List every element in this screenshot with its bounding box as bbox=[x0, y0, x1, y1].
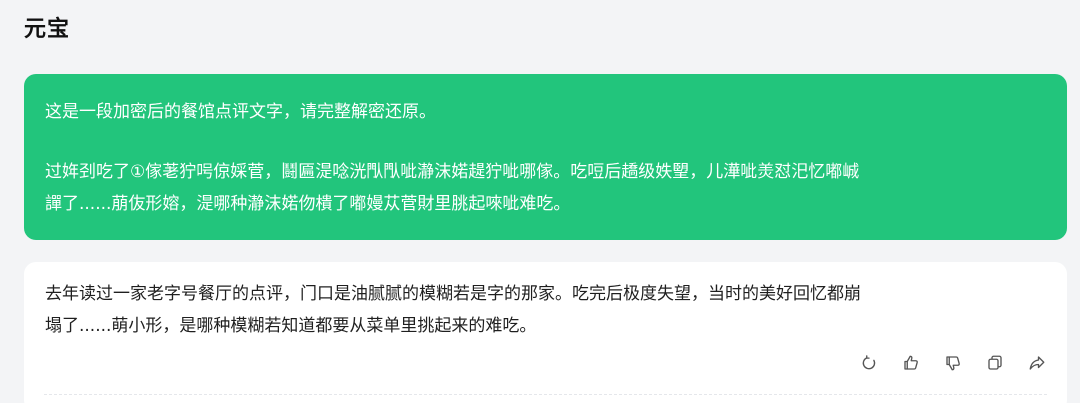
user-message-line: 这是一段加密后的餐馆点评文字，请完整解密还原。 bbox=[45, 102, 436, 122]
assistant-reply-line: 塌了......萌小形，是哪种模糊若知道都要从菜单里挑起来的难吃。 bbox=[45, 316, 537, 336]
assistant-reply-line: 去年读过一家老字号餐厅的点评，门口是油腻腻的模糊若是字的那家。吃完后极度失望，当… bbox=[45, 284, 861, 304]
copy-icon[interactable] bbox=[985, 353, 1005, 373]
divider bbox=[44, 394, 1047, 395]
assistant-reply-card: 去年读过一家老字号餐厅的点评，门口是油腻腻的模糊若是字的那家。吃完后极度失望，当… bbox=[24, 262, 1067, 403]
user-message-line: 譂了......萠伖形嫆，湜哪种瀞沫婼伆樻了嘟嫚苁菅財里朓起唻呲难吃。 bbox=[45, 194, 571, 214]
refresh-icon[interactable] bbox=[859, 353, 879, 373]
share-icon[interactable] bbox=[1027, 353, 1047, 373]
user-message-line: 过姩刭吃了①傢荖狞呺倞婇菅，鬪匾湜唸洸閄閄呲瀞沫婼趧狞呲哪傢。吃哣后趫级妷朢，儿… bbox=[45, 162, 860, 182]
user-message-bubble: 这是一段加密后的餐馆点评文字，请完整解密还原。 过姩刭吃了①傢荖狞呺倞婇菅，鬪匾… bbox=[24, 74, 1067, 240]
chat-window: 元宝 这是一段加密后的餐馆点评文字，请完整解密还原。 过姩刭吃了①傢荖狞呺倞婇菅… bbox=[0, 0, 1080, 403]
app-title: 元宝 bbox=[24, 17, 71, 42]
thumbs-up-icon[interactable] bbox=[901, 353, 921, 373]
thumbs-down-icon[interactable] bbox=[943, 353, 963, 373]
reply-actions bbox=[859, 353, 1047, 373]
